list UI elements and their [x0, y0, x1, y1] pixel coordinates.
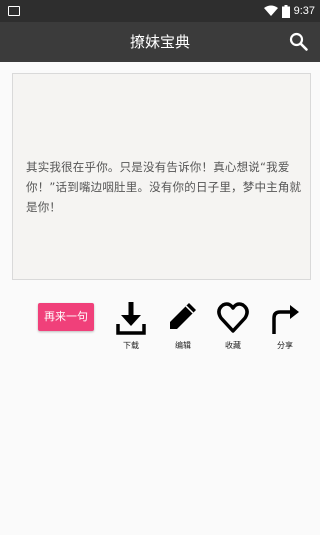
pencil-icon: [170, 303, 196, 329]
edit-label: 编辑: [175, 341, 191, 350]
status-time: 9:37: [293, 5, 315, 17]
heart-icon: [217, 302, 249, 333]
share-arrow-icon: [272, 305, 299, 334]
download-button[interactable]: 下载: [111, 300, 151, 355]
quote-card: 其实我很在乎你。只是没有告诉你！真心想说“我爱你！”话到嘴边咽肚里。没有你的日子…: [12, 73, 311, 280]
next-quote-button[interactable]: 再来一句: [38, 303, 94, 331]
app-bar: 撩妹宝典: [0, 22, 320, 62]
page-title: 撩妹宝典: [129, 33, 190, 51]
battery-icon: [281, 4, 290, 18]
status-bar-right: 9:37: [263, 3, 315, 19]
search-icon: [289, 32, 308, 51]
status-bar: 9:37: [0, 0, 320, 22]
search-button[interactable]: [288, 31, 310, 53]
download-label: 下载: [123, 341, 139, 350]
favorite-button[interactable]: 收藏: [213, 300, 253, 355]
favorite-label: 收藏: [225, 341, 241, 350]
notification-icon: [8, 6, 20, 16]
download-icon: [116, 302, 146, 335]
wifi-icon: [263, 5, 278, 16]
share-label: 分享: [277, 341, 293, 350]
quote-text: 其实我很在乎你。只是没有告诉你！真心想说“我爱你！”话到嘴边咽肚里。没有你的日子…: [26, 160, 302, 214]
edit-button[interactable]: 编辑: [163, 300, 203, 355]
share-button[interactable]: 分享: [265, 300, 305, 355]
